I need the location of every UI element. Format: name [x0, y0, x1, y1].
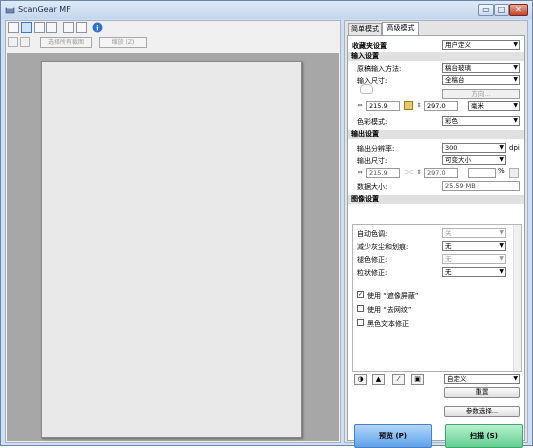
scale-percent-label: %: [498, 167, 505, 175]
window-title: ScanGear MF: [18, 5, 71, 14]
tone-curve-icon[interactable]: ⁄: [392, 374, 405, 385]
unsharp-mask-label: 使用 “遮像屏蔽”: [367, 292, 419, 300]
auto-tone-label: 自动色调:: [357, 230, 388, 238]
dust-reduction-label: 减少灰尘和划痕:: [357, 243, 409, 251]
tab-advanced-mode[interactable]: 高级模式: [382, 22, 419, 35]
favorites-label: 收藏夹设置: [352, 42, 387, 50]
width-icon: ⇔: [357, 102, 363, 109]
data-size-label: 数据大小:: [357, 183, 388, 191]
output-width-field[interactable]: 215.9: [366, 168, 400, 178]
tone-preset-select[interactable]: 自定义 ▼: [444, 374, 520, 384]
title-bar[interactable]: ScanGear MF ▭ □ ✕: [1, 1, 532, 19]
output-scale-field[interactable]: [468, 168, 496, 178]
resolution-select[interactable]: 300 ▼: [442, 143, 506, 153]
fading-correction-select[interactable]: 无 ▼: [442, 254, 506, 264]
scangear-window: ScanGear MF ▭ □ ✕ i 选择所有裁图 缩放 (Z) 简单模式 高…: [0, 0, 533, 448]
aspect-lock-icon[interactable]: [404, 101, 413, 110]
orientation-button[interactable]: 方向...: [442, 89, 520, 99]
output-size-select[interactable]: 可变大小 ▼: [442, 155, 506, 165]
unit-select[interactable]: 毫米 ▼: [468, 101, 520, 111]
resolution-label: 输出分辨率:: [357, 145, 395, 153]
input-height-field[interactable]: 297.0: [424, 101, 458, 111]
scale-spinner[interactable]: [509, 168, 519, 178]
data-size-value: 25.59 MB: [442, 181, 520, 191]
preview-panel: i 选择所有裁图 缩放 (Z): [5, 20, 341, 443]
preferences-button[interactable]: 参数选择...: [444, 406, 520, 417]
svg-text:i: i: [96, 25, 98, 33]
zoom-icon[interactable]: [46, 22, 57, 33]
brightness-contrast-icon[interactable]: ◑: [354, 374, 367, 385]
unsharp-mask-checkbox[interactable]: ✓: [357, 291, 364, 298]
scan-button[interactable]: 扫描 (S): [445, 424, 523, 448]
output-height-field[interactable]: 297.0: [424, 168, 458, 178]
crop-toolbar: 选择所有裁图 缩放 (Z): [8, 37, 340, 51]
auto-tone-select[interactable]: 关 ▼: [442, 228, 506, 238]
fading-correction-label: 褪色修正:: [357, 256, 388, 264]
color-mode-label: 色彩模式:: [357, 118, 388, 126]
descreen-checkbox[interactable]: [357, 305, 364, 312]
advanced-settings: 收藏夹设置 用户定义 ▼ 输入设置 原稿输入方法: 稿台玻璃 ▼ 输入尺寸: 全稿台…: [347, 35, 525, 448]
tab-simple-mode[interactable]: 简单模式: [348, 23, 382, 35]
dust-reduction-select[interactable]: 无 ▼: [442, 241, 506, 251]
output-size-label: 输出尺寸:: [357, 157, 388, 165]
preview-page[interactable]: [41, 61, 302, 438]
zoom-button[interactable]: 缩放 (Z): [99, 37, 147, 48]
descreen-label: 使用 “去网纹”: [367, 306, 412, 314]
image-settings-list[interactable]: 自动色调: 关 ▼ 减少灰尘和划痕: 无 ▼ 褪色修正: 无 ▼ 粒状修正: 无 ▼ ✓…: [352, 224, 522, 372]
black-text-label: 黑色文本修正: [367, 320, 409, 328]
output-width-icon: ⇔: [357, 169, 363, 176]
delete-crop-icon[interactable]: [20, 37, 30, 47]
preview-button[interactable]: 预览 (P): [354, 424, 432, 448]
thumbnail-view-icon[interactable]: [8, 22, 19, 33]
output-settings-header: 输出设置: [348, 130, 524, 139]
orientation-preview-icon: [360, 84, 373, 94]
output-aspect-lock-icon[interactable]: ⊃⊂: [404, 169, 414, 177]
crop-icon[interactable]: [34, 22, 45, 33]
image-settings-scrollbar[interactable]: [513, 225, 521, 371]
input-method-label: 原稿输入方法:: [357, 65, 402, 73]
rotate-right-icon[interactable]: [76, 22, 87, 33]
crop-frame-icon[interactable]: [8, 37, 18, 47]
rotate-left-icon[interactable]: [63, 22, 74, 33]
height-icon: ⇕: [416, 102, 422, 109]
output-height-icon: ⇕: [416, 169, 422, 176]
minimize-button[interactable]: ▭: [478, 4, 494, 16]
favorites-select[interactable]: 用户定义 ▼: [442, 40, 520, 50]
image-settings-header: 图像设置: [348, 195, 524, 204]
input-method-select[interactable]: 稿台玻璃 ▼: [442, 63, 520, 73]
input-width-field[interactable]: 215.9: [366, 101, 400, 111]
settings-panel: 简单模式 高级模式 收藏夹设置 用户定义 ▼ 输入设置 原稿输入方法: 稿台玻璃 ▼…: [344, 20, 528, 448]
grain-correction-select[interactable]: 无 ▼: [442, 267, 506, 277]
whole-image-view-icon[interactable]: [21, 22, 32, 33]
grain-correction-label: 粒状修正:: [357, 269, 388, 277]
maximize-button[interactable]: □: [494, 4, 509, 16]
input-size-select[interactable]: 全稿台 ▼: [442, 75, 520, 85]
histogram-icon[interactable]: ▲: [372, 374, 385, 385]
color-mode-select[interactable]: 彩色 ▼: [442, 116, 520, 126]
reset-button[interactable]: 重置: [444, 387, 520, 398]
resolution-unit: dpi: [509, 144, 520, 152]
scanner-app-icon: [5, 6, 15, 14]
info-icon[interactable]: i: [92, 22, 103, 33]
input-settings-header: 输入设置: [348, 52, 524, 61]
preview-area[interactable]: [7, 53, 339, 441]
black-text-checkbox[interactable]: [357, 319, 364, 326]
close-button[interactable]: ✕: [509, 4, 528, 16]
final-review-icon[interactable]: ▣: [411, 374, 424, 385]
select-all-crops-button[interactable]: 选择所有裁图: [40, 37, 92, 48]
